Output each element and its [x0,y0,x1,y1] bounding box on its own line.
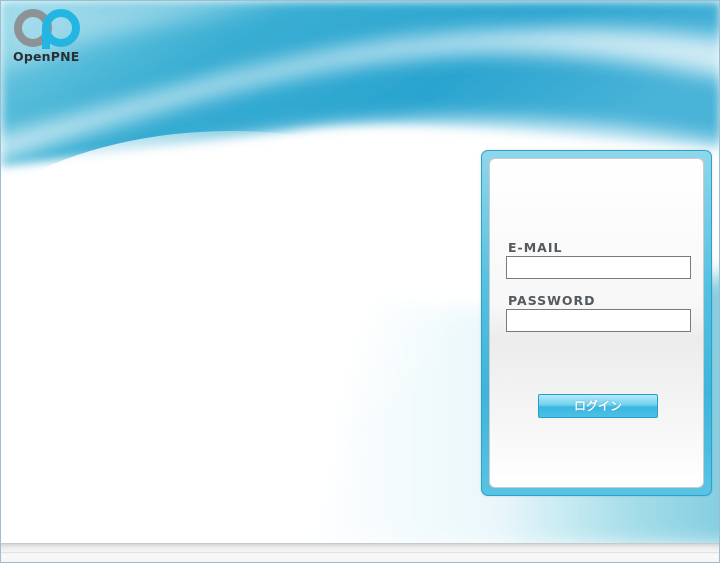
email-field[interactable] [506,256,691,279]
footer-bar [1,543,719,562]
password-field[interactable] [506,309,691,332]
login-button[interactable]: ログイン [538,394,658,418]
login-panel: E-MAIL PASSWORD ログイン [481,150,712,496]
footer-divider [1,552,719,553]
openpne-logo: OpenPNE [13,7,85,65]
openpne-logo-icon [14,9,80,49]
brand-name: OpenPNE [13,49,80,64]
email-label: E-MAIL [508,240,563,255]
password-label: PASSWORD [508,293,596,308]
login-form: E-MAIL PASSWORD ログイン [489,158,704,488]
login-page: OpenPNE E-MAIL PASSWORD ログイン [0,0,720,563]
